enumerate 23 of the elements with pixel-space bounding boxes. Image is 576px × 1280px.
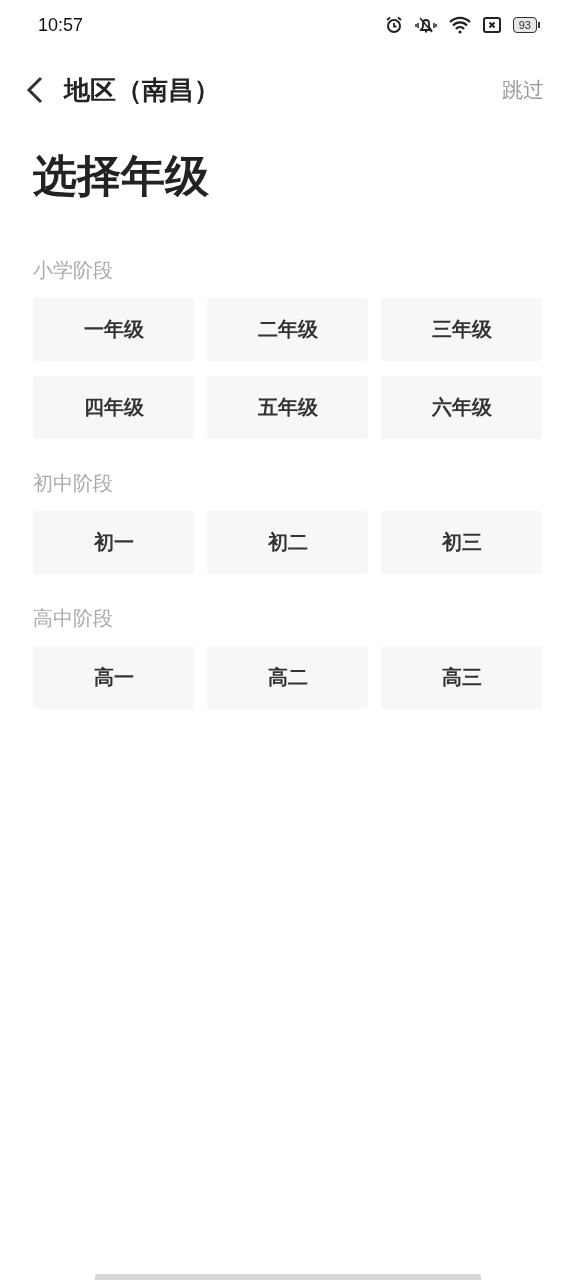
alarm-icon <box>384 16 403 34</box>
grade-option[interactable]: 一年级 <box>33 298 194 361</box>
page-title: 地区（南昌） <box>64 73 220 107</box>
page-heading: 选择年级 <box>33 149 210 203</box>
grade-option[interactable]: 初一 <box>33 511 194 574</box>
section-label: 初中阶段 <box>33 471 114 495</box>
no-sim-icon <box>482 17 501 33</box>
section-label: 高中阶段 <box>33 606 114 630</box>
grade-option[interactable]: 初三 <box>381 511 542 574</box>
clock-time: 10:57 <box>38 14 84 36</box>
grade-option[interactable]: 高三 <box>381 646 542 709</box>
bell-muted-icon <box>414 16 437 34</box>
grade-option[interactable]: 三年级 <box>381 298 542 361</box>
grade-option[interactable]: 五年级 <box>207 376 368 439</box>
grade-option[interactable]: 高二 <box>207 646 368 709</box>
grade-option[interactable]: 四年级 <box>33 376 194 439</box>
battery-level: 93 <box>512 17 537 33</box>
grade-option[interactable]: 二年级 <box>207 298 368 361</box>
grade-option[interactable]: 高一 <box>33 646 194 709</box>
grade-option[interactable]: 六年级 <box>381 376 542 439</box>
grade-option[interactable]: 初二 <box>207 511 368 574</box>
section-label: 小学阶段 <box>33 258 114 282</box>
wifi-icon <box>448 16 471 34</box>
